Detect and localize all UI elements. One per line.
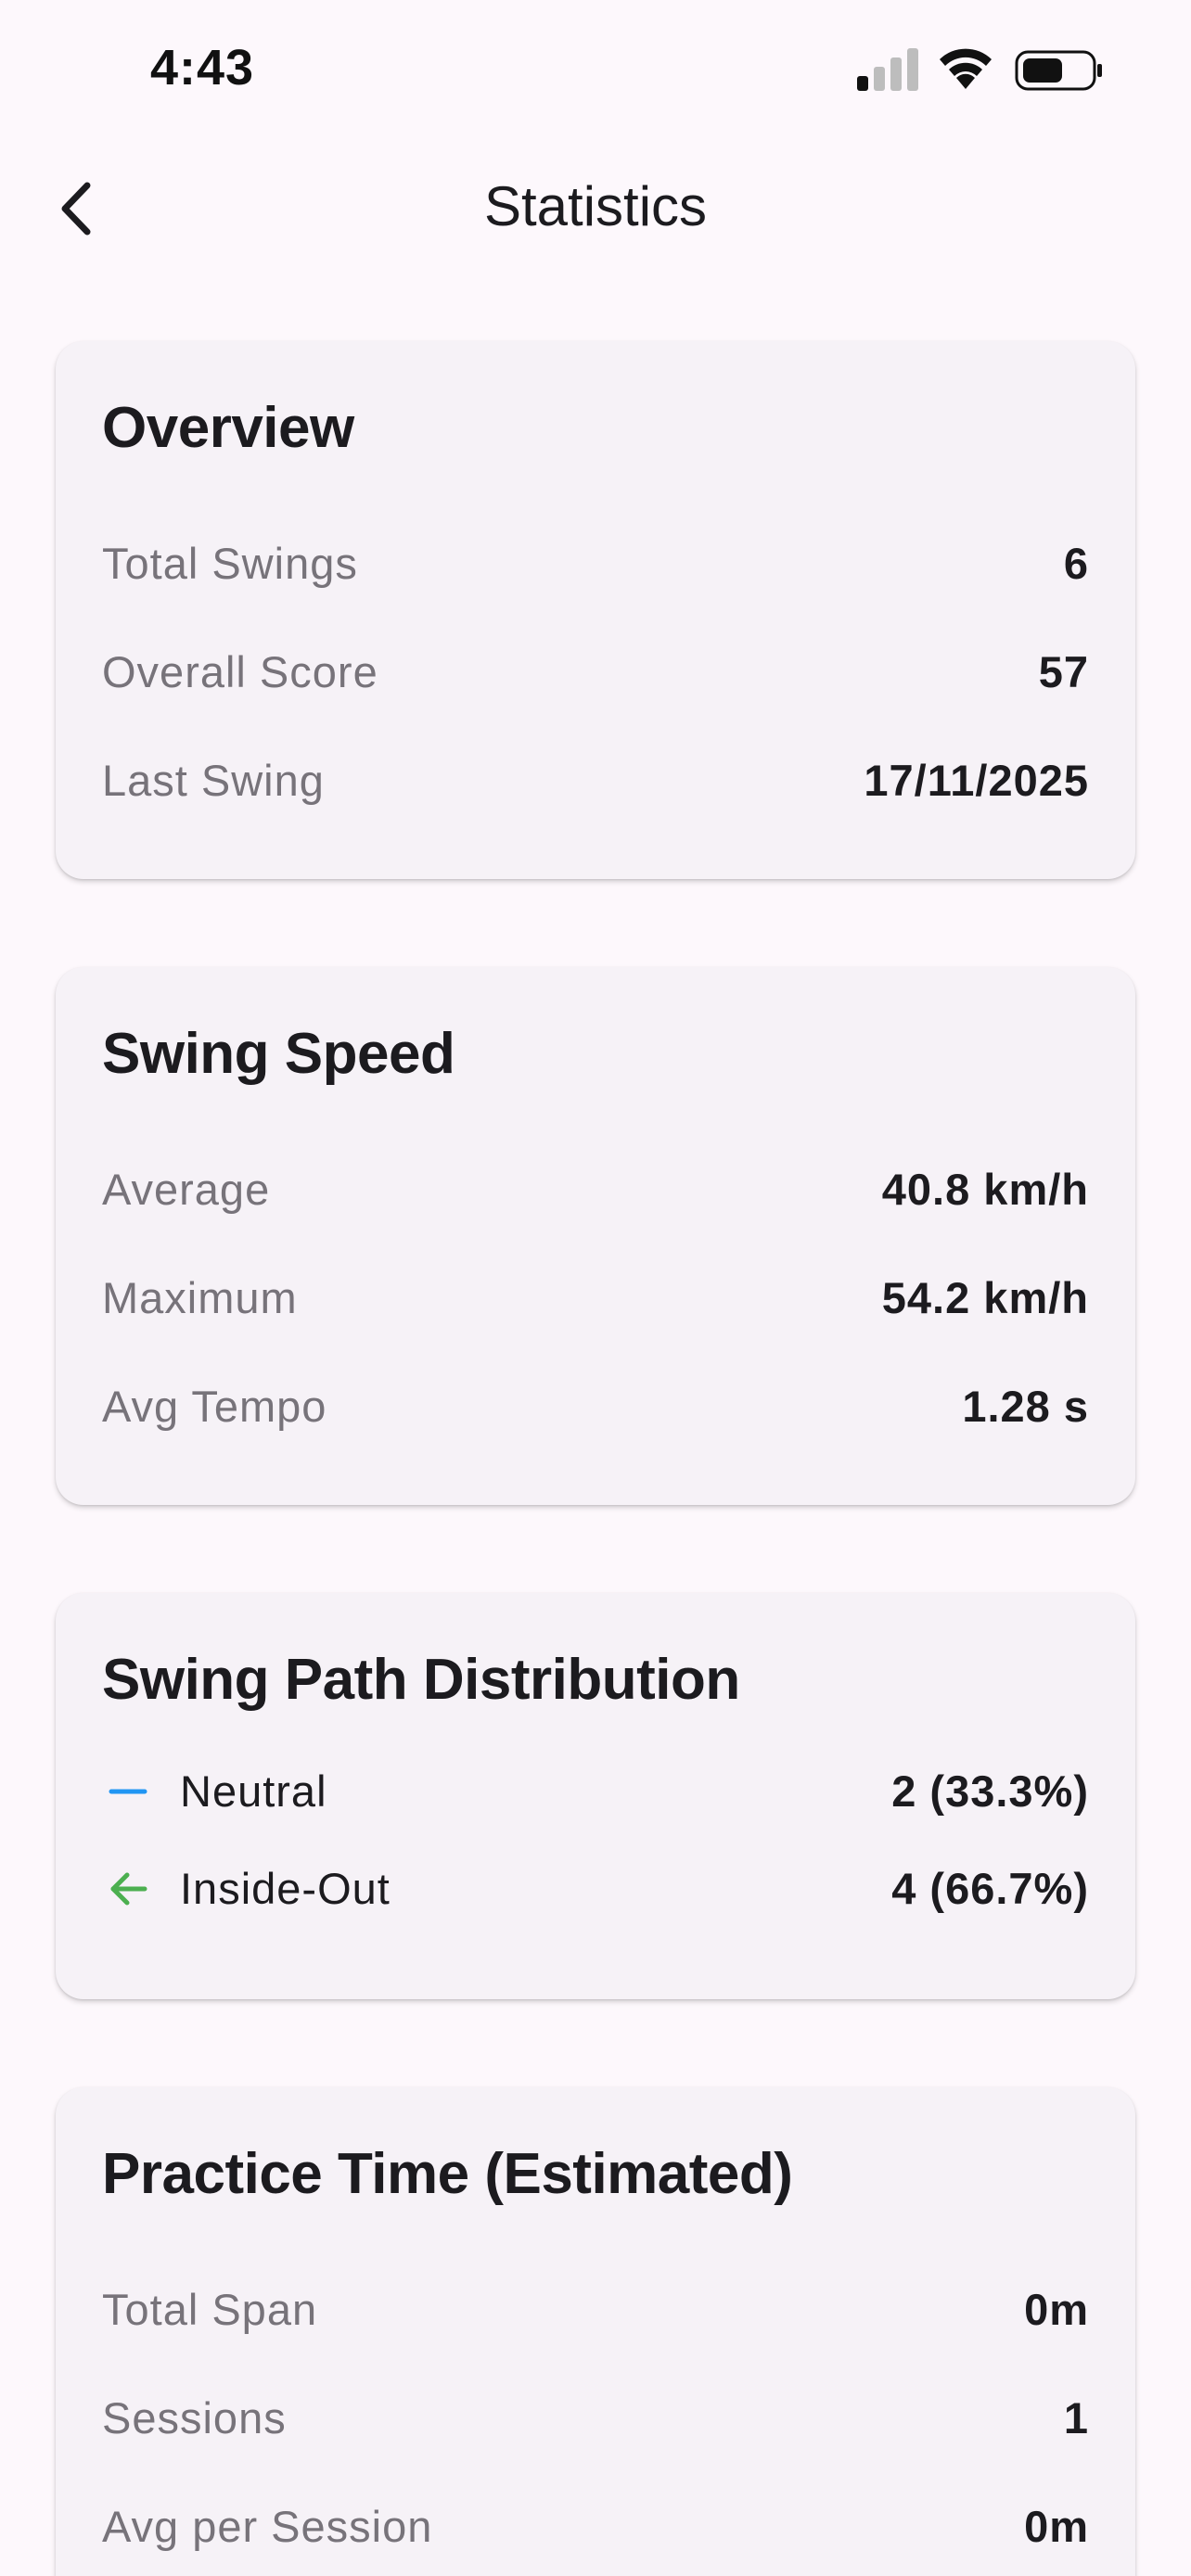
statistics-screen: 4:43 Statistics Overview Total Swings 6 … [0, 0, 1191, 2576]
arrow-left-icon [110, 1872, 147, 1906]
stat-value: 6 [1063, 539, 1089, 588]
stat-label: Sessions [102, 2393, 287, 2442]
path-value: 2 (33.3%) [891, 1766, 1089, 1816]
path-row-neutral: Neutral 2 (33.3%) [102, 1766, 1089, 1821]
stat-row-total-span: Total Span 0m [102, 2284, 1089, 2340]
battery-icon [1015, 50, 1102, 91]
stat-label: Last Swing [102, 756, 325, 805]
practice-time-card: Practice Time (Estimated) Total Span 0m … [56, 2087, 1135, 2576]
overview-card: Overview Total Swings 6 Overall Score 57… [56, 341, 1135, 879]
status-time: 4:43 [150, 40, 255, 96]
stat-value: 54.2 km/h [881, 1273, 1089, 1322]
stat-row-average: Average 40.8 km/h [102, 1164, 1089, 1219]
stat-value: 1 [1063, 2393, 1089, 2442]
path-label: Inside-Out [180, 1864, 391, 1913]
stat-label: Overall Score [102, 647, 378, 696]
stat-value: 1.28 s [962, 1382, 1089, 1431]
stat-label: Avg per Session [102, 2502, 433, 2551]
stat-row-last-swing: Last Swing 17/11/2025 [102, 755, 1089, 810]
card-title: Swing Path Distribution [102, 1648, 740, 1712]
minus-icon [109, 1789, 147, 1794]
swing-path-card: Swing Path Distribution Neutral 2 (33.3%… [56, 1593, 1135, 1999]
card-title: Overview [102, 396, 354, 460]
stat-label: Total Swings [102, 539, 358, 588]
stat-row-overall-score: Overall Score 57 [102, 646, 1089, 702]
stat-row-avg-per-session: Avg per Session 0m [102, 2501, 1089, 2557]
stat-value: 57 [1038, 647, 1089, 696]
path-value: 4 (66.7%) [891, 1864, 1089, 1913]
stat-value: 40.8 km/h [881, 1165, 1089, 1214]
stat-row-total-swings: Total Swings 6 [102, 538, 1089, 593]
swing-speed-card: Swing Speed Average 40.8 km/h Maximum 54… [56, 967, 1135, 1505]
stat-value: 0m [1024, 2285, 1089, 2334]
stat-row-maximum: Maximum 54.2 km/h [102, 1272, 1089, 1328]
stat-row-avg-tempo: Avg Tempo 1.28 s [102, 1381, 1089, 1436]
signal-icon [857, 48, 918, 91]
stat-value: 17/11/2025 [864, 756, 1089, 805]
card-title: Swing Speed [102, 1022, 455, 1086]
stat-value: 0m [1024, 2502, 1089, 2551]
app-bar: Statistics [0, 139, 1191, 287]
stat-label: Total Span [102, 2285, 318, 2334]
card-title: Practice Time (Estimated) [102, 2142, 793, 2206]
path-label: Neutral [180, 1766, 327, 1816]
stat-label: Avg Tempo [102, 1382, 327, 1431]
stat-label: Average [102, 1165, 271, 1214]
path-row-inside-out: Inside-Out 4 (66.7%) [102, 1863, 1089, 1919]
stat-row-sessions: Sessions 1 [102, 2392, 1089, 2448]
stat-label: Maximum [102, 1273, 298, 1322]
wifi-icon [940, 48, 992, 89]
status-bar: 4:43 [0, 0, 1191, 139]
page-title: Statistics [483, 175, 708, 237]
